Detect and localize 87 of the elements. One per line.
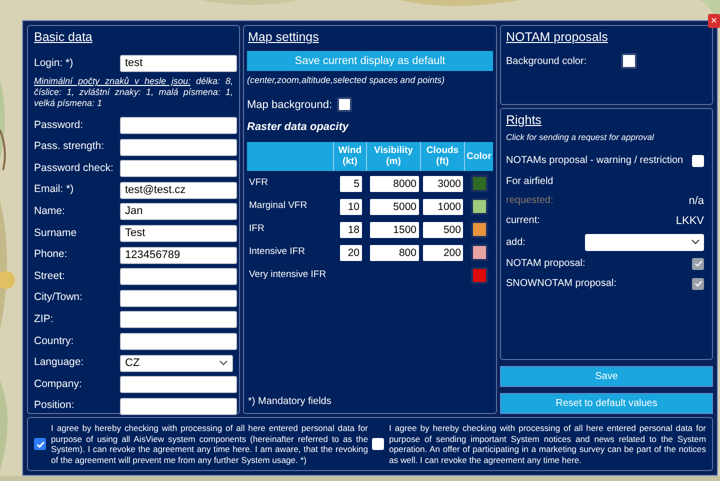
value-field[interactable]: 20 xyxy=(340,244,362,260)
input-field[interactable]: test xyxy=(120,55,237,72)
field-label: City/Town: xyxy=(34,290,84,306)
field-label: Street: xyxy=(34,268,66,284)
input-field[interactable] xyxy=(120,376,237,394)
value-field[interactable]: 1500 xyxy=(370,222,418,238)
row-label: VFR xyxy=(248,176,269,190)
field-label: Name: xyxy=(34,204,66,219)
field-label: Password check: xyxy=(34,160,114,176)
input-field[interactable] xyxy=(120,290,237,307)
chevron-icon xyxy=(691,239,700,246)
airfield-value: n/a xyxy=(688,194,704,208)
consent-text: I agree by hereby checking with processing of all here entered personal data for purpose of using all AisView system components (hereinafter referred to as the System). I can revoke the agreement any time here. I am aware, that the revoking of the agreement will prevent me from any further System usage. *) xyxy=(51,423,368,465)
airfield-label: current: xyxy=(506,214,540,228)
consent-text: I agree by hereby checking with processing of all here entered personal data for purpose of sending important System notices and news related to the System operation. An offer of participating in a marketing survey can be part of the notices as well. I can revoke the agreement any time here. xyxy=(389,423,706,465)
background-color-label: Background color: xyxy=(506,54,588,68)
color-swatch[interactable] xyxy=(470,175,488,192)
section-title: Map settings xyxy=(248,30,320,45)
airfield-heading: For airfield xyxy=(506,174,554,188)
value-field[interactable]: 5000 xyxy=(370,198,418,214)
right-label: NOTAM proposal: xyxy=(506,257,586,272)
rights-note: Click for sending a request for approval xyxy=(506,131,655,144)
color-swatch[interactable] xyxy=(621,53,637,69)
consent-checkbox[interactable] xyxy=(34,438,46,450)
language-select[interactable]: CZ xyxy=(120,354,233,372)
color-swatch[interactable] xyxy=(470,198,488,215)
column-header: Visibility (m) xyxy=(373,145,414,167)
add-label: add: xyxy=(506,236,526,250)
color-swatch[interactable] xyxy=(470,267,488,284)
field-label: ZIP: xyxy=(34,312,54,327)
column-header: Wind (kt) xyxy=(337,145,363,167)
chevron-icon xyxy=(219,360,228,366)
value-field[interactable]: 8000 xyxy=(370,176,418,192)
right-label: NOTAMs proposal - warning / restriction xyxy=(506,154,684,168)
row-label: IFR xyxy=(248,222,266,236)
input-field[interactable] xyxy=(120,398,237,415)
field-label: Pass. strength: xyxy=(34,139,106,154)
value-field[interactable]: 10 xyxy=(340,198,362,214)
input-field[interactable] xyxy=(120,311,237,328)
field-label: Login: *) xyxy=(34,56,74,71)
input-field[interactable] xyxy=(120,117,237,134)
value-field[interactable]: 18 xyxy=(340,222,362,238)
input-field[interactable] xyxy=(120,268,237,286)
airfield-select[interactable] xyxy=(585,234,704,251)
save-note: (center,zoom,altitude,selected spaces and points) xyxy=(247,74,446,87)
column-header: Color xyxy=(466,150,492,162)
value-field[interactable]: 1000 xyxy=(423,198,463,214)
field-label: Position: xyxy=(34,398,76,414)
checkbox[interactable] xyxy=(692,154,704,167)
password-hint: Minimální počty znaků v hesle jsou: délka: 8, číslice: 1, zvláštní znaky: 1, malá písmena: 1, velká písmena: 1 xyxy=(34,76,233,109)
row-label: Intensive IFR xyxy=(248,245,306,260)
airfield-value: LKKV xyxy=(676,214,704,228)
color-swatch[interactable] xyxy=(337,97,352,112)
field-label: Language: xyxy=(34,355,85,370)
row-label: Marginal VFR xyxy=(248,199,308,214)
input-field[interactable] xyxy=(120,332,237,350)
consent-checkbox[interactable] xyxy=(372,438,384,450)
value-field[interactable]: 200 xyxy=(423,244,463,260)
airfield-label: requested: xyxy=(506,194,554,208)
row-label: Very intensive IFR xyxy=(248,268,328,282)
input-field[interactable] xyxy=(120,138,237,156)
field-label: Phone: xyxy=(34,247,68,262)
field-label: Surname xyxy=(34,226,78,241)
section-title: Rights xyxy=(506,113,542,128)
value-field[interactable]: 3000 xyxy=(423,176,463,192)
field-label: Password: xyxy=(34,118,84,133)
value-field[interactable]: 500 xyxy=(423,222,463,238)
field-label: Email: *) xyxy=(34,182,75,198)
right-label: SNOWNOTAM proposal: xyxy=(506,277,616,292)
color-swatch[interactable] xyxy=(470,244,488,261)
close-button[interactable]: × xyxy=(708,14,720,28)
input-field[interactable]: 123456789 xyxy=(120,246,237,264)
map-background-label: Map background: xyxy=(247,98,332,112)
field-label: Country: xyxy=(34,334,75,349)
value-field[interactable]: 5 xyxy=(340,176,362,192)
color-swatch[interactable] xyxy=(470,221,488,238)
input-field[interactable]: Jan xyxy=(120,203,237,220)
mandatory-note: *) Mandatory fields xyxy=(247,395,332,409)
input-field[interactable] xyxy=(120,160,237,178)
input-field[interactable]: test@test.cz xyxy=(120,182,237,199)
field-label: Company: xyxy=(34,376,83,392)
input-field[interactable]: Test xyxy=(120,224,237,242)
section-title: Basic data xyxy=(34,30,94,45)
value-field[interactable]: 800 xyxy=(370,244,418,260)
column-header: Clouds (ft) xyxy=(425,145,460,167)
raster-title: Raster data opacity xyxy=(247,120,350,135)
section-title: NOTAM proposals xyxy=(506,30,609,45)
